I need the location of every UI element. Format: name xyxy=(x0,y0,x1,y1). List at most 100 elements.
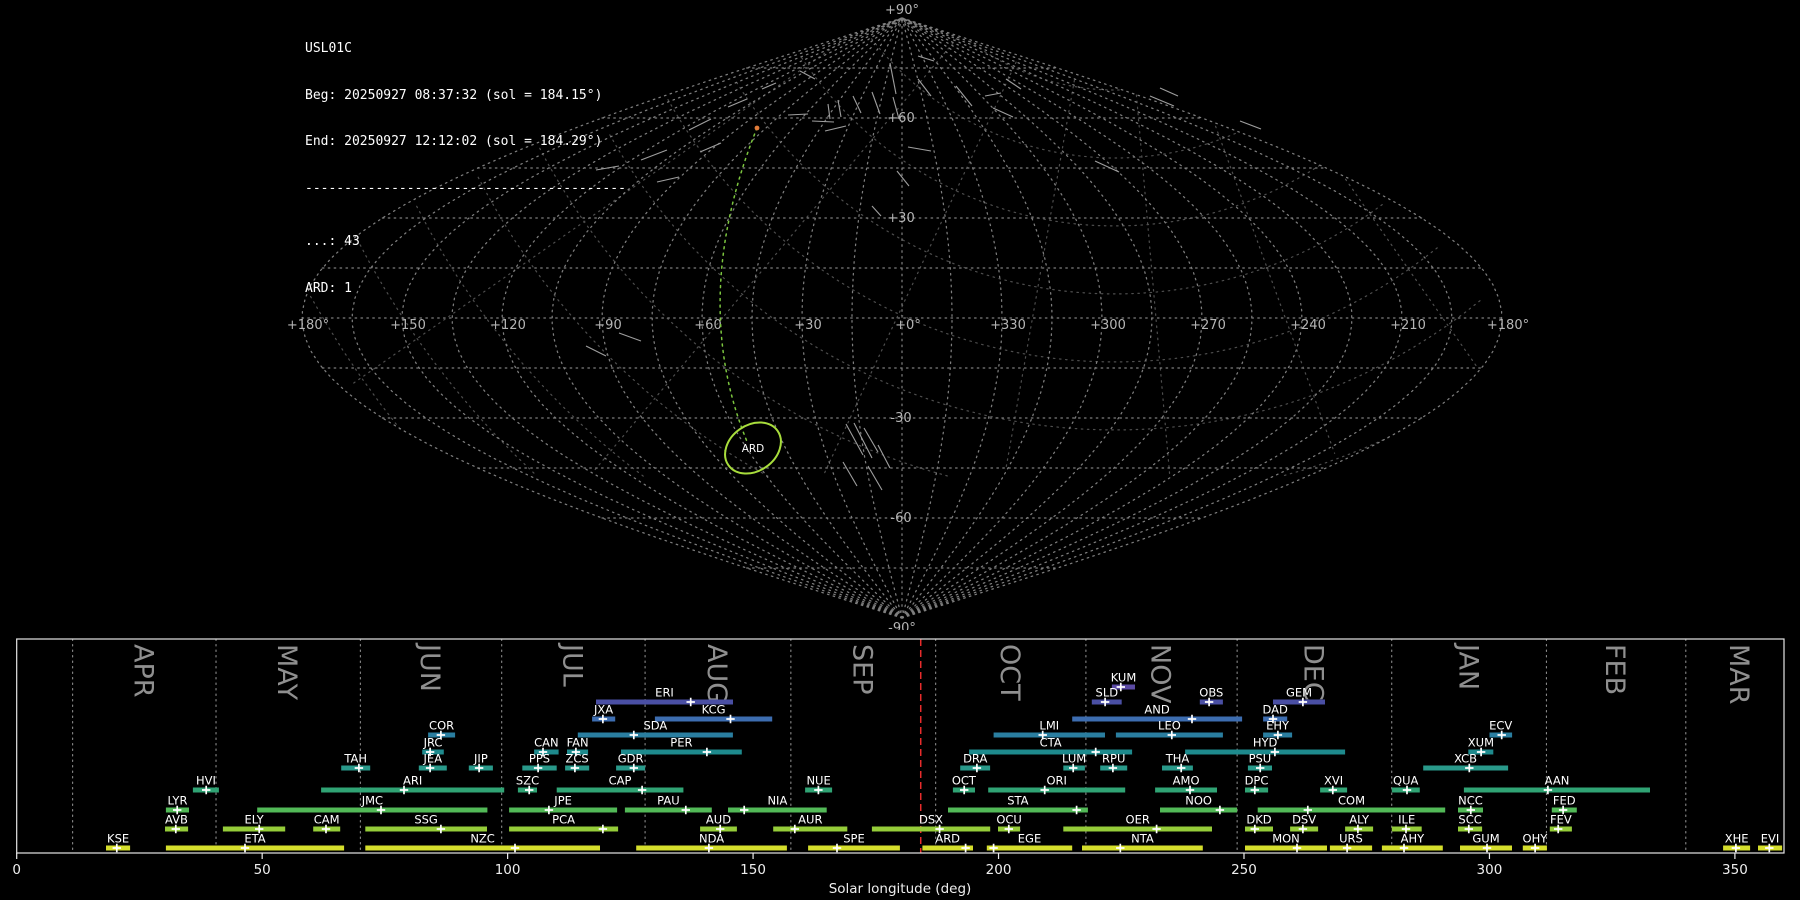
ard-label: ARD xyxy=(742,443,765,455)
shower-code: PAU xyxy=(657,794,679,808)
meteor-trail xyxy=(872,206,881,216)
shower-OHY: OHY xyxy=(1523,832,1549,853)
shower-code: SLD xyxy=(1096,686,1119,700)
shower-bar xyxy=(808,846,900,851)
shower-code: DAD xyxy=(1263,703,1289,717)
shower-PPS: PPS xyxy=(522,752,556,773)
shower-code: JPE xyxy=(553,794,572,808)
shower-code: QUA xyxy=(1393,774,1418,788)
shower-peak-marker xyxy=(740,806,748,814)
lon-label: +60 xyxy=(694,318,721,333)
x-axis: 050100150200250300350Solar longitude (de… xyxy=(12,853,1747,897)
x-tick-label: 150 xyxy=(740,862,766,878)
shower-code: ALY xyxy=(1349,813,1370,827)
shower-code: AUD xyxy=(706,813,731,827)
shower-code: ORI xyxy=(1046,774,1066,788)
shower-code: ECV xyxy=(1489,719,1512,733)
shower-code: ARD xyxy=(935,832,960,846)
shower-code: PER xyxy=(670,736,692,750)
shower-code: LUM xyxy=(1062,752,1086,766)
shower-bar xyxy=(625,808,712,813)
shower-peak-marker xyxy=(437,825,445,833)
lon-label: +270 xyxy=(1190,318,1226,333)
shower-code: COR xyxy=(429,719,454,733)
shower-code: JRC xyxy=(423,736,443,750)
month-label: MAR xyxy=(1723,644,1754,705)
shower-code: ILE xyxy=(1398,813,1415,827)
activity-chart: APRMAYJUNJULAUGSEPOCTNOVDECJANFEBMARKUME… xyxy=(0,630,1800,900)
shower-ELY: ELY xyxy=(223,813,285,834)
month-label: AUG xyxy=(701,644,732,703)
shower-code: GUM xyxy=(1472,832,1499,846)
meteor-trail xyxy=(1160,88,1178,96)
month-label: OCT xyxy=(994,644,1025,701)
shower-peak-marker xyxy=(1116,844,1124,852)
shower-code: AND xyxy=(1144,703,1169,717)
x-axis-title: Solar longitude (deg) xyxy=(829,881,972,897)
shower-DSV: DSV xyxy=(1290,813,1318,834)
shower-code: NZC xyxy=(470,832,495,846)
shower-EGE: EGE xyxy=(987,832,1072,853)
lat-label: +60 xyxy=(887,111,914,126)
shower-code: DSV xyxy=(1292,813,1316,827)
shower-SZC: SZC xyxy=(516,774,539,795)
meteor-trail xyxy=(918,56,934,61)
meteor-trail xyxy=(872,92,880,114)
shower-AAN: AAN xyxy=(1464,774,1650,795)
shower-PSU: PSU xyxy=(1248,752,1272,773)
shower-code: ETA xyxy=(244,832,265,846)
shower-code: AHY xyxy=(1401,832,1426,846)
shower-code: SZC xyxy=(516,774,539,788)
shower-DSX: DSX xyxy=(872,813,990,834)
shower-bar xyxy=(1160,808,1237,813)
shower-bar xyxy=(872,827,990,832)
shower-peak-marker xyxy=(599,825,607,833)
shower-code: DRA xyxy=(963,752,987,766)
meteor-trail xyxy=(825,126,846,131)
month-label: JUN xyxy=(414,642,445,692)
shower-code: CAN xyxy=(534,736,559,750)
meteor-trail xyxy=(800,71,815,79)
shower-OCU: OCU xyxy=(996,813,1022,834)
shower-code: OER xyxy=(1126,813,1150,827)
shower-peak-marker xyxy=(687,698,695,706)
shower-code: AMO xyxy=(1173,774,1200,788)
shower-HVI: HVI xyxy=(193,774,219,795)
month-label: JUL xyxy=(556,642,587,687)
shower-GUM: GUM xyxy=(1460,832,1512,853)
shower-PCA: PCA xyxy=(509,813,618,834)
shower-ETA: ETA xyxy=(166,832,344,853)
shower-LYR: LYR xyxy=(166,794,189,815)
shower-AMO: AMO xyxy=(1155,774,1217,795)
shower-SLD: SLD xyxy=(1092,686,1122,707)
lon-label: +240 xyxy=(1290,318,1326,333)
shower-AUR: AUR xyxy=(773,813,847,834)
shower-code: OCT xyxy=(952,774,977,788)
shower-code: XVI xyxy=(1324,774,1343,788)
shower-bar xyxy=(321,788,504,793)
meteor-trail xyxy=(993,108,1013,117)
shower-SDA: SDA xyxy=(578,719,733,740)
shower-peak-marker xyxy=(989,844,997,852)
shower-NCC: NCC xyxy=(1458,794,1483,815)
shower-JEA: JEA xyxy=(419,752,447,773)
shower-JPE: JPE xyxy=(509,794,617,815)
ard-begin-dot xyxy=(755,126,760,131)
x-tick-label: 50 xyxy=(254,862,271,878)
shower-LUM: LUM xyxy=(1062,752,1086,773)
meteor-trail xyxy=(762,83,776,89)
shower-peak-marker xyxy=(1092,748,1100,756)
lon-label: +30 xyxy=(794,318,821,333)
shower-code: FED xyxy=(1553,794,1576,808)
shower-code: ARI xyxy=(403,774,422,788)
shower-peak-marker xyxy=(1188,715,1196,723)
shower-bar xyxy=(557,788,684,793)
shower-JXA: JXA xyxy=(592,703,615,724)
shower-code: JMC xyxy=(361,794,383,808)
shower-peak-marker xyxy=(511,844,519,852)
shower-bar xyxy=(257,808,487,813)
shower-code: ZCS xyxy=(565,752,588,766)
meteor-trail xyxy=(843,462,857,486)
shower-OBS: OBS xyxy=(1199,686,1223,707)
lon-label: +210 xyxy=(1390,318,1426,333)
